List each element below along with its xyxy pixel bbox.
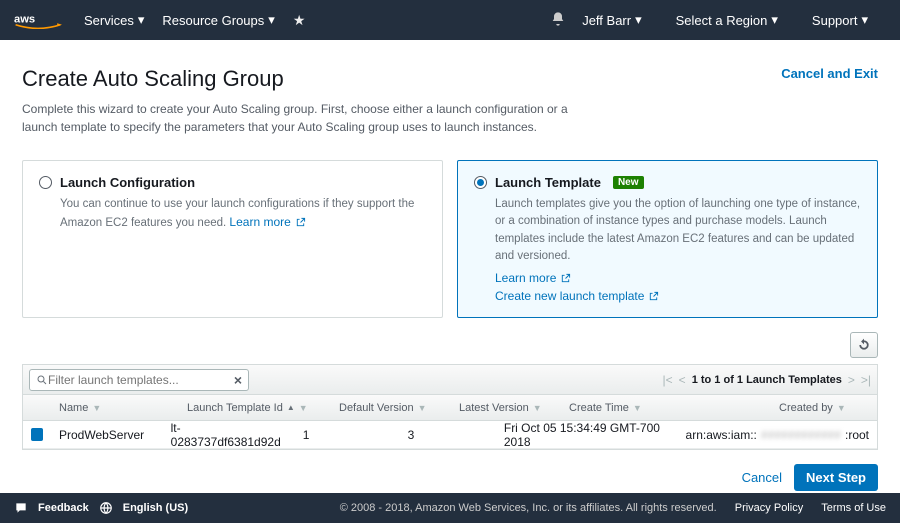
aws-logo[interactable]: aws: [14, 11, 62, 29]
caret-down-icon: ▾: [268, 12, 275, 28]
page-description: Complete this wizard to create your Auto…: [22, 100, 582, 136]
globe-icon: [99, 501, 113, 515]
cancel-and-exit-link[interactable]: Cancel and Exit: [781, 66, 878, 81]
refresh-icon: [857, 338, 871, 352]
learn-more-link[interactable]: Learn more: [495, 271, 861, 285]
pin-icon[interactable]: ★: [293, 12, 306, 29]
col-created-by[interactable]: Created by▼: [771, 402, 877, 414]
col-id[interactable]: Launch Template Id▲▼: [179, 402, 331, 414]
launch-configuration-card[interactable]: Launch Configuration You can continue to…: [22, 160, 443, 318]
learn-more-link[interactable]: Learn more: [229, 213, 305, 231]
support-menu[interactable]: Support▾: [812, 12, 868, 28]
pager-last-icon[interactable]: >|: [861, 373, 871, 387]
resource-groups-menu[interactable]: Resource Groups▾: [162, 12, 274, 28]
launch-template-card[interactable]: Launch Template New Launch templates giv…: [457, 160, 878, 318]
radio-off-icon[interactable]: [39, 176, 52, 189]
notifications-icon[interactable]: [550, 11, 566, 30]
region-menu[interactable]: Select a Region▾: [676, 12, 778, 28]
create-new-launch-template-link[interactable]: Create new launch template: [495, 289, 861, 303]
services-menu[interactable]: Services▾: [84, 12, 144, 28]
table-row[interactable]: ProdWebServer lt-0283737df6381d92d 1 3 F…: [23, 421, 877, 449]
feedback-link[interactable]: Feedback: [38, 502, 89, 514]
privacy-policy-link[interactable]: Privacy Policy: [735, 502, 803, 514]
col-create-time[interactable]: Create Time▼: [561, 402, 771, 414]
external-link-icon: [560, 273, 571, 284]
pager-prev-icon[interactable]: <: [679, 373, 686, 387]
launch-templates-table: × |< < 1 to 1 of 1 Launch Templates > >|…: [22, 364, 878, 450]
cancel-link[interactable]: Cancel: [742, 470, 782, 485]
col-latest-version[interactable]: Latest Version▼: [451, 402, 561, 414]
radio-on-icon[interactable]: [474, 176, 487, 189]
language-selector[interactable]: English (US): [123, 502, 188, 514]
footer: Feedback English (US) © 2008 - 2018, Ama…: [0, 493, 900, 523]
col-default-version[interactable]: Default Version▼: [331, 402, 451, 414]
pager-first-icon[interactable]: |<: [663, 373, 673, 387]
search-icon: [36, 374, 48, 386]
pager: |< < 1 to 1 of 1 Launch Templates > >|: [663, 373, 871, 387]
page-title: Create Auto Scaling Group: [22, 66, 284, 92]
caret-down-icon: ▾: [138, 12, 145, 28]
row-checkbox[interactable]: [31, 428, 43, 441]
external-link-icon: [295, 217, 306, 228]
svg-text:aws: aws: [14, 13, 35, 25]
top-nav: aws Services▾ Resource Groups▾ ★ Jeff Ba…: [0, 0, 900, 40]
pager-next-icon[interactable]: >: [848, 373, 855, 387]
new-badge: New: [613, 176, 644, 189]
next-step-button[interactable]: Next Step: [794, 464, 878, 491]
copyright-text: © 2008 - 2018, Amazon Web Services, Inc.…: [340, 502, 717, 514]
filter-input-wrapper: ×: [29, 369, 249, 391]
refresh-button[interactable]: [850, 332, 878, 358]
feedback-icon: [14, 501, 28, 515]
external-link-icon: [648, 291, 659, 302]
filter-input[interactable]: [48, 373, 234, 387]
col-name[interactable]: Name▼: [51, 402, 179, 414]
clear-filter-button[interactable]: ×: [234, 372, 242, 388]
account-menu[interactable]: Jeff Barr▾: [582, 12, 641, 28]
terms-of-use-link[interactable]: Terms of Use: [821, 502, 886, 514]
